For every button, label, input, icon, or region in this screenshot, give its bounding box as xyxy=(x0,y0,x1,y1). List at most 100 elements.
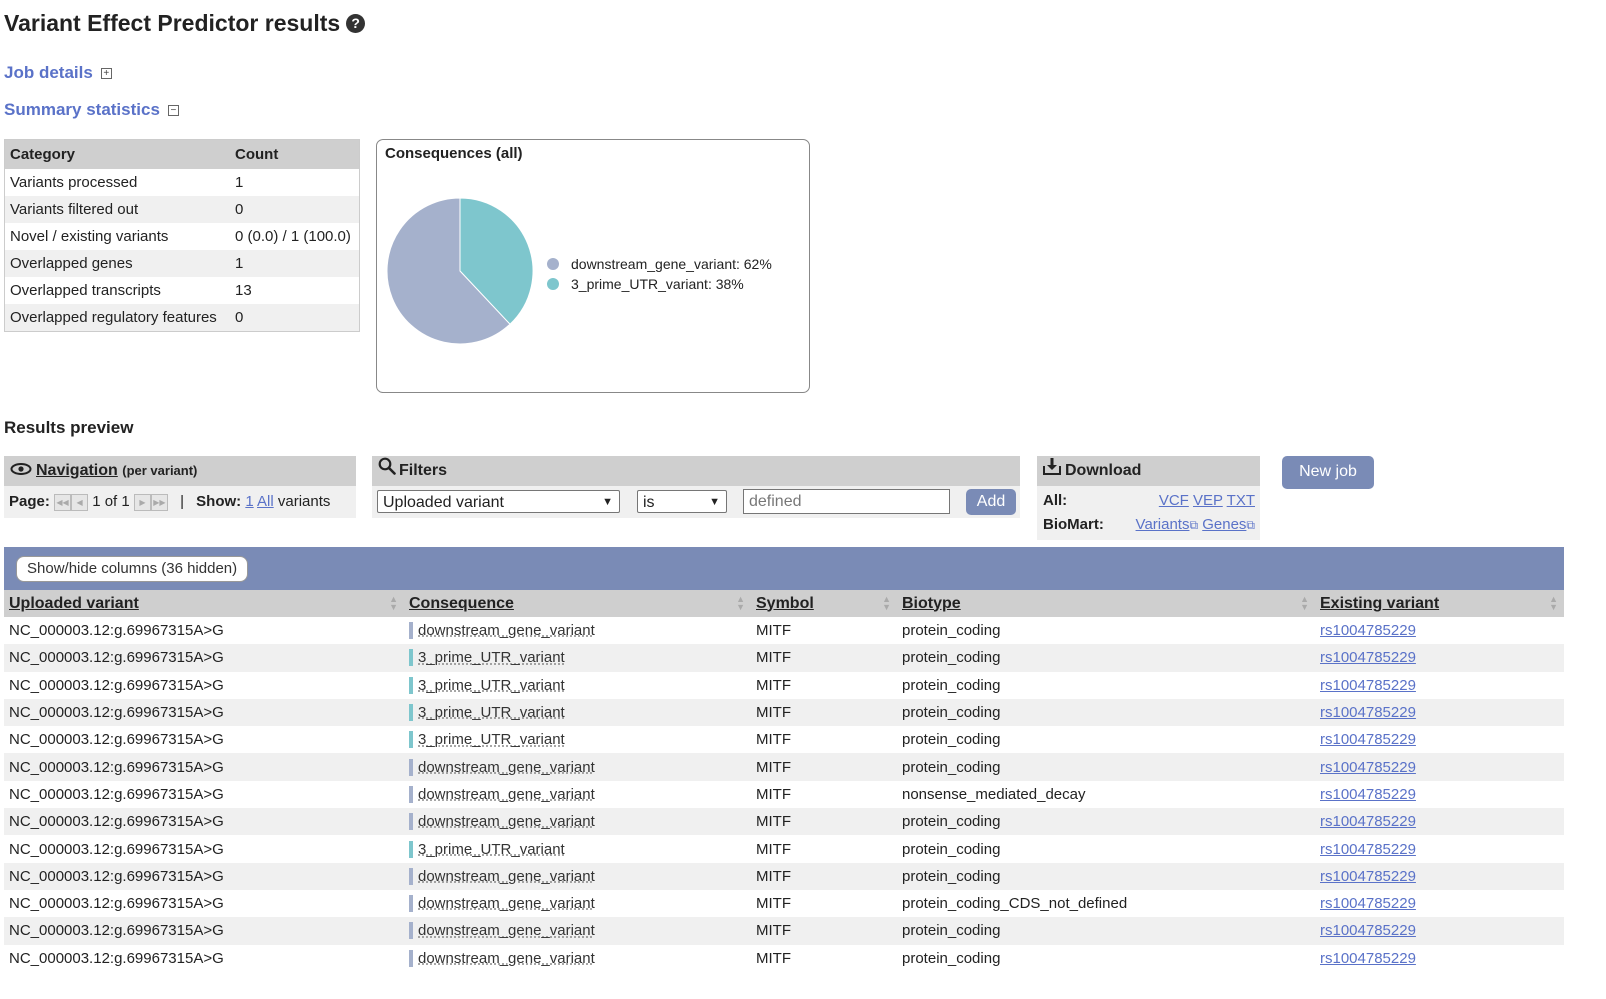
existing-variant-cell-text[interactable]: rs1004785229 xyxy=(1320,759,1416,776)
sort-icon[interactable]: ▲ ▼ xyxy=(882,595,891,612)
symbol-cell: MITF xyxy=(751,835,897,862)
download-vcf-link[interactable]: VCF xyxy=(1159,492,1189,509)
show-all-link[interactable]: All xyxy=(257,493,274,510)
column-header-consequence[interactable]: Consequence ▲ ▼ xyxy=(404,590,751,617)
summary-statistics-table: Category Count Variants processed 1 Varian… xyxy=(4,139,360,332)
table-row: NC_000003.12:g.69967315A>G 3_prime_UTR_va… xyxy=(4,835,1564,862)
sort-icon[interactable]: ▲ ▼ xyxy=(389,595,398,612)
uploaded-variant-cell: NC_000003.12:g.69967315A>G xyxy=(4,917,404,945)
show-hide-columns-button[interactable]: Show/hide columns (36 hidden) xyxy=(16,556,249,582)
biotype-cell: nonsense_mediated_decay xyxy=(897,781,1315,808)
biotype-cell: protein_coding xyxy=(897,917,1315,945)
existing-variant-cell-text[interactable]: rs1004785229 xyxy=(1320,622,1416,639)
navigation-title[interactable]: Navigation xyxy=(36,462,118,479)
legend-label: 3_prime_UTR_variant: 38% xyxy=(571,276,744,292)
consequence-badge: 3_prime_UTR_variant xyxy=(409,676,565,694)
biotype-cell-text: protein_coding xyxy=(902,867,1001,885)
uploaded-variant-cell: NC_000003.12:g.69967315A>G xyxy=(4,781,404,808)
existing-variant-cell-text[interactable]: rs1004785229 xyxy=(1320,786,1416,803)
chevron-down-icon: ▼ xyxy=(602,496,613,508)
biomart-links: Variants⧉ Genes⧉ xyxy=(1136,516,1255,533)
column-header-biotype[interactable]: Biotype ▲ ▼ xyxy=(897,590,1315,617)
page-label: Page: xyxy=(9,493,50,510)
uploaded-variant-cell: NC_000003.12:g.69967315A>G xyxy=(4,698,404,727)
existing-variant-cell-text[interactable]: rs1004785229 xyxy=(1320,731,1416,748)
consequence-text: 3_prime_UTR_variant xyxy=(418,676,565,694)
column-header-label: Biotype xyxy=(902,594,961,612)
existing-variant-cell-text[interactable]: rs1004785229 xyxy=(1320,868,1416,885)
help-icon[interactable]: ? xyxy=(346,14,366,33)
column-header-existing-variant[interactable]: Existing variant ▲ ▼ xyxy=(1315,590,1564,617)
uploaded-variant-cell: NC_000003.12:g.69967315A>G xyxy=(4,672,404,699)
consequence-cell: 3_prime_UTR_variant xyxy=(404,698,751,727)
summary-count-cell: 0 (0.0) / 1 (100.0) xyxy=(235,228,351,245)
column-header-label: Uploaded variant xyxy=(9,594,139,612)
column-header-symbol[interactable]: Symbol ▲ ▼ xyxy=(751,590,897,617)
new-job-button[interactable]: New job xyxy=(1282,456,1374,489)
existing-variant-cell-text[interactable]: rs1004785229 xyxy=(1320,677,1416,694)
table-row: NC_000003.12:g.69967315A>G downstream_gen… xyxy=(4,753,1564,781)
nav-separator: | xyxy=(180,493,184,510)
show-one-link[interactable]: 1 xyxy=(245,493,253,510)
consequence-badge: downstream_gene_variant xyxy=(409,758,595,776)
existing-variant-cell-text[interactable]: rs1004785229 xyxy=(1320,922,1416,939)
legend-item: 3_prime_UTR_variant: 38% xyxy=(547,276,744,292)
sort-icon[interactable]: ▲ ▼ xyxy=(1549,595,1558,612)
job-details-label: Job details xyxy=(4,63,93,82)
consequence-badge: downstream_gene_variant xyxy=(409,895,595,913)
last-page-icon[interactable]: ▶▶ xyxy=(150,493,168,511)
consequence-text: downstream_gene_variant xyxy=(418,895,595,913)
prev-page-icon[interactable]: ◀ xyxy=(71,493,89,511)
summary-category-cell: Overlapped genes xyxy=(4,250,230,277)
table-row: NC_000003.12:g.69967315A>G downstream_gen… xyxy=(4,862,1564,890)
page-value: 1 of 1 xyxy=(92,493,130,510)
add-filter-button[interactable]: Add xyxy=(966,489,1016,515)
next-page-icon[interactable]: ▶ xyxy=(133,493,151,511)
results-preview-heading: Results preview xyxy=(4,418,134,437)
sort-icon[interactable]: ▲ ▼ xyxy=(736,595,745,612)
existing-variant-cell: rs1004785229 xyxy=(1315,698,1564,727)
consequences-chart-panel: Consequences (all) downstream_gene_varia… xyxy=(376,139,810,393)
show-suffix: variants xyxy=(277,493,331,510)
first-page-icon[interactable]: ◀◀ xyxy=(54,493,72,511)
existing-variant-cell-text[interactable]: rs1004785229 xyxy=(1320,704,1416,721)
consequence-badge: 3_prime_UTR_variant xyxy=(409,840,565,858)
symbol-cell: MITF xyxy=(751,753,897,781)
column-header-label: Symbol xyxy=(756,594,814,612)
biomart-variants-link[interactable]: Variants xyxy=(1136,516,1190,533)
existing-variant-cell-text[interactable]: rs1004785229 xyxy=(1320,895,1416,912)
column-header-uploaded-variant[interactable]: Uploaded variant ▲ ▼ xyxy=(4,590,404,617)
download-body: All: VCF VEP TXT BioMart: Variants⧉ Gene… xyxy=(1037,486,1260,540)
sort-icon[interactable]: ▲ ▼ xyxy=(1300,595,1309,612)
symbol-cell-text: MITF xyxy=(756,785,791,803)
job-details-toggle[interactable]: Job details + xyxy=(4,63,112,83)
symbol-cell-text: MITF xyxy=(756,922,791,940)
filter-value-input[interactable]: defined xyxy=(743,489,950,514)
existing-variant-cell-text[interactable]: rs1004785229 xyxy=(1320,950,1416,967)
consequence-text: downstream_gene_variant xyxy=(418,785,595,803)
consequence-cell: 3_prime_UTR_variant xyxy=(404,835,751,862)
download-vep-link[interactable]: VEP xyxy=(1193,492,1223,509)
biotype-cell: protein_coding xyxy=(897,753,1315,781)
table-row: NC_000003.12:g.69967315A>G downstream_gen… xyxy=(4,781,1564,808)
existing-variant-cell-text[interactable]: rs1004785229 xyxy=(1320,841,1416,858)
biotype-cell-text: protein_coding xyxy=(902,840,1001,858)
legend-item: downstream_gene_variant: 62% xyxy=(547,256,772,272)
existing-variant-cell-text[interactable]: rs1004785229 xyxy=(1320,813,1416,830)
biotype-cell: protein_coding_CDS_not_defined xyxy=(897,890,1315,917)
summary-statistics-toggle[interactable]: Summary statistics − xyxy=(4,100,179,120)
filter-operator-select[interactable]: is ▼ xyxy=(637,490,727,513)
uploaded-variant-cell-text: NC_000003.12:g.69967315A>G xyxy=(9,813,224,831)
existing-variant-cell-text[interactable]: rs1004785229 xyxy=(1320,649,1416,666)
filter-field-select[interactable]: Uploaded variant ▼ xyxy=(377,490,620,513)
filter-field-value: Uploaded variant xyxy=(383,494,504,511)
download-txt-link[interactable]: TXT xyxy=(1227,492,1255,509)
consequence-badge: 3_prime_UTR_variant xyxy=(409,704,565,722)
biotype-cell: protein_coding xyxy=(897,617,1315,644)
consequence-text: downstream_gene_variant xyxy=(418,949,595,967)
consequence-cell: 3_prime_UTR_variant xyxy=(404,672,751,699)
uploaded-variant-cell-text: NC_000003.12:g.69967315A>G xyxy=(9,922,224,940)
uploaded-variant-cell: NC_000003.12:g.69967315A>G xyxy=(4,835,404,862)
summary-count-cell: 13 xyxy=(235,282,252,299)
biomart-genes-link[interactable]: Genes xyxy=(1202,516,1246,533)
